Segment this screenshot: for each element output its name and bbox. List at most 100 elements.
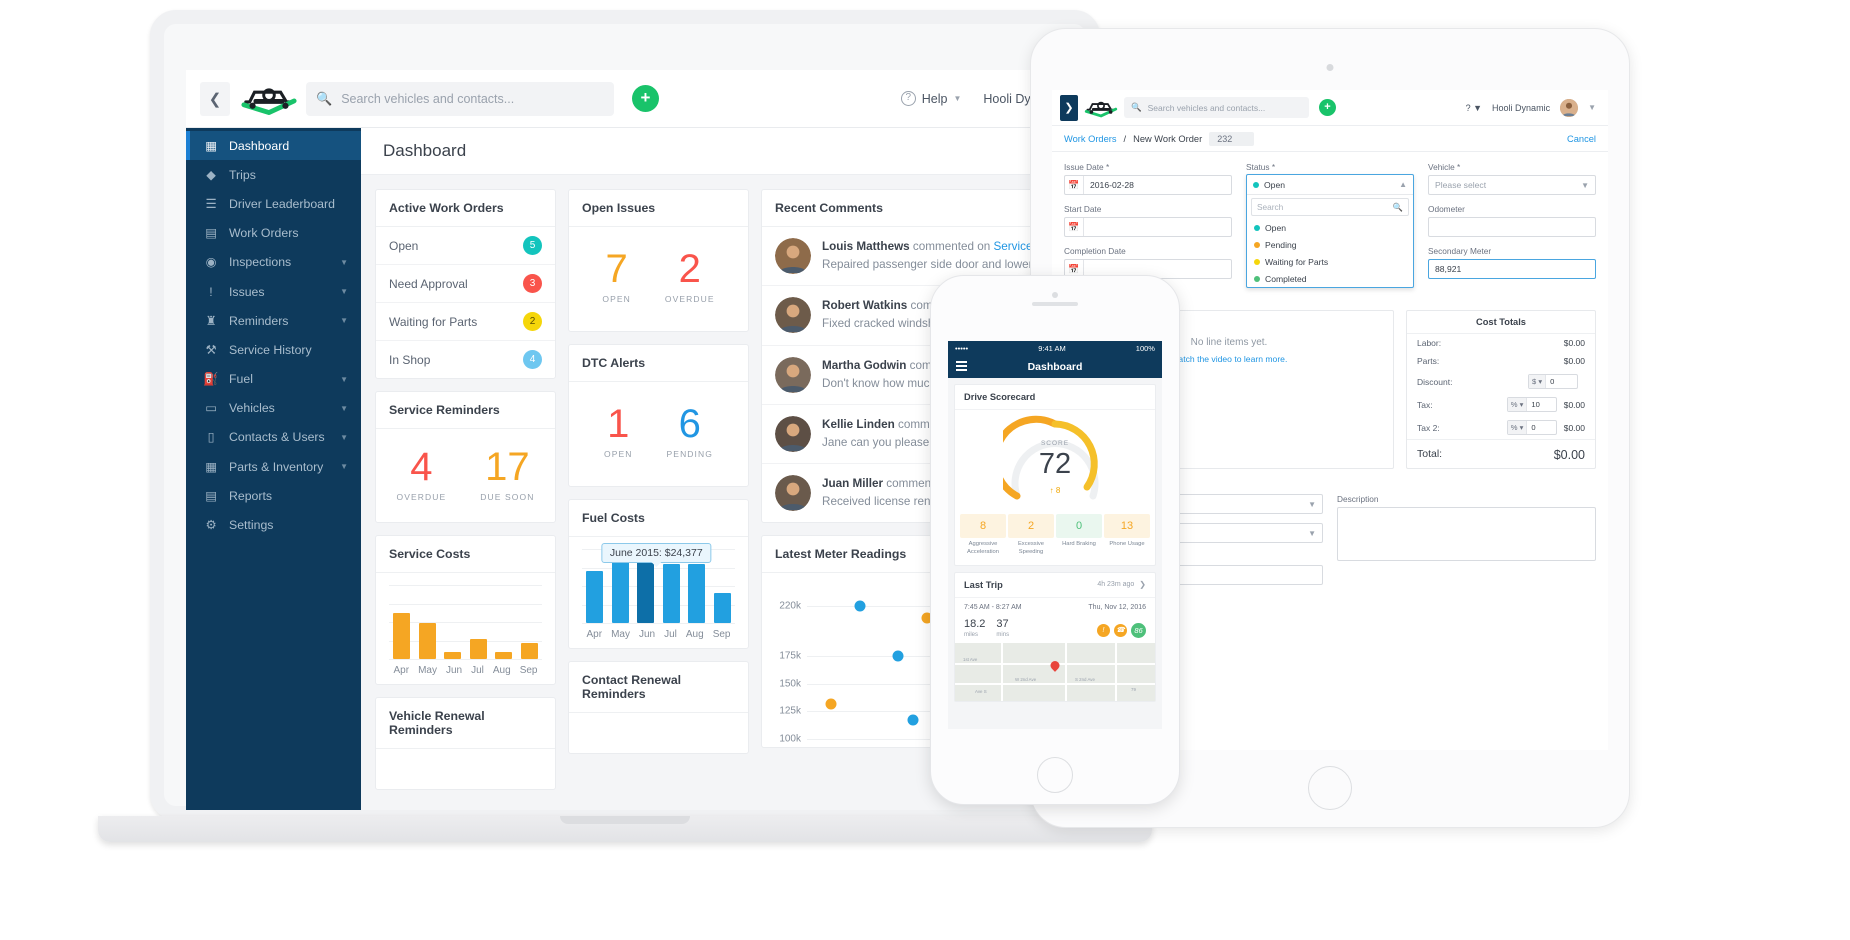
sidebar-item-contacts-users[interactable]: ▯ Contacts & Users ▼ xyxy=(186,423,361,452)
chevron-right-icon[interactable]: ❯ xyxy=(1060,94,1078,121)
sidebar-item-work-orders[interactable]: ▤ Work Orders xyxy=(186,219,361,248)
work-order-row[interactable]: Need Approval 3 xyxy=(376,265,555,303)
chevron-left-icon[interactable]: ❮ xyxy=(200,81,230,116)
start-date-input[interactable]: 📅 xyxy=(1064,217,1232,237)
sidebar-item-fuel[interactable]: ⛽ Fuel ▼ xyxy=(186,365,361,394)
map-label: S 2nd Ave xyxy=(1075,676,1095,682)
cost-input-unit[interactable]: % ▾ xyxy=(1507,398,1528,411)
work-order-row[interactable]: Open 5 xyxy=(376,227,555,265)
scorecard-metric[interactable]: 0 Hard Braking xyxy=(1056,514,1102,557)
hamburger-icon[interactable] xyxy=(956,361,967,374)
vehicle-select[interactable]: Please select ▼ xyxy=(1428,175,1596,195)
chevron-down-icon[interactable]: ▼ xyxy=(1588,103,1596,112)
sidebar-item-reports[interactable]: ▤ Reports xyxy=(186,481,361,510)
search-input[interactable]: 🔍 Search vehicles and contacts... xyxy=(1124,97,1309,118)
card-vehicle-renewal-reminders: Vehicle Renewal Reminders xyxy=(375,697,556,790)
secondary-meter-input[interactable]: 88,921 xyxy=(1428,259,1596,279)
description-textarea[interactable] xyxy=(1337,507,1596,561)
status-option[interactable]: Open xyxy=(1247,219,1413,236)
bar[interactable] xyxy=(586,571,604,623)
sidebar-item-vehicles[interactable]: ▭ Vehicles ▼ xyxy=(186,394,361,423)
account-label[interactable]: Hooli Dynamic xyxy=(1492,103,1550,113)
scatter-point[interactable] xyxy=(854,600,866,612)
sidebar-item-inspections[interactable]: ◉ Inspections ▼ xyxy=(186,248,361,277)
last-trip-header[interactable]: Last Trip 4h 23m ago ❯ xyxy=(955,573,1155,598)
sidebar-item-reminders[interactable]: ♜ Reminders ▼ xyxy=(186,306,361,335)
chevron-up-icon: ▲ xyxy=(1399,180,1407,189)
stat-block[interactable]: 4 OVERDUE xyxy=(397,445,447,502)
scorecard-metric[interactable]: 2 Excessive Speeding xyxy=(1008,514,1054,557)
stat-block[interactable]: 6 PENDING xyxy=(667,402,713,459)
help-menu[interactable]: ? Help ▼ xyxy=(900,91,961,106)
scatter-point[interactable] xyxy=(907,714,919,726)
add-button[interactable]: + xyxy=(1319,99,1336,116)
card-title: Open Issues xyxy=(569,190,748,227)
odometer-input[interactable] xyxy=(1428,217,1596,237)
sidebar-item-parts-inventory[interactable]: ▦ Parts & Inventory ▼ xyxy=(186,452,361,481)
work-order-row[interactable]: Waiting for Parts 2 xyxy=(376,303,555,341)
scorecard-metric[interactable]: 8 Aggressive Acceleration xyxy=(960,514,1006,557)
cost-value: $0.00 xyxy=(1563,338,1585,348)
cost-input-number[interactable]: 0 xyxy=(1546,377,1558,386)
card-open-issues: Open Issues 7 OPEN 2 OVERDUE xyxy=(568,189,749,332)
secondary-meter-value: 88,921 xyxy=(1435,264,1462,274)
sidebar-item-trips[interactable]: ◆ Trips xyxy=(186,160,361,189)
stat-block[interactable]: 2 OVERDUE xyxy=(665,247,715,304)
metric-value: 13 xyxy=(1104,514,1150,538)
breadcrumb-work-orders[interactable]: Work Orders xyxy=(1064,134,1117,144)
stat-block[interactable]: 1 OPEN xyxy=(604,402,633,459)
stat-block[interactable]: 7 OPEN xyxy=(602,247,631,304)
bar[interactable] xyxy=(393,613,411,659)
fleetio-car-logo[interactable] xyxy=(240,79,298,119)
count-badge: 3 xyxy=(523,274,542,293)
help-menu[interactable]: ? ▼ xyxy=(1466,103,1482,113)
sidebar-item-driver-leaderboard[interactable]: ☰ Driver Leaderboard xyxy=(186,189,361,218)
issue-date-input[interactable]: 📅 2016-02-28 xyxy=(1064,175,1232,195)
status-option[interactable]: Waiting for Parts xyxy=(1247,253,1413,270)
cost-input[interactable]: $ ▾ 0 xyxy=(1528,374,1578,389)
status-selected[interactable]: Open ▲ xyxy=(1247,175,1413,195)
cost-input-unit[interactable]: % ▾ xyxy=(1507,421,1528,434)
scatter-point[interactable] xyxy=(892,650,904,662)
chevron-down-icon: ▼ xyxy=(340,287,348,297)
tablet-camera xyxy=(1326,64,1334,71)
status-dropdown[interactable]: Open ▲ Search 🔍 Open Pending Waiting for P… xyxy=(1246,174,1414,288)
trip-map[interactable]: 1st Ave W 2nd Ave S 2nd Ave Ave S 79 xyxy=(955,642,1155,701)
scatter-point[interactable] xyxy=(825,698,837,710)
scorecard-metric[interactable]: 13 Phone Usage xyxy=(1104,514,1150,557)
search-input[interactable]: 🔍 Search vehicles and contacts... xyxy=(306,81,614,116)
avatar[interactable] xyxy=(1560,98,1579,117)
bar[interactable] xyxy=(469,639,487,659)
sidebar-item-settings[interactable]: ⚙ Settings xyxy=(186,510,361,539)
cost-input[interactable]: % ▾ 10 xyxy=(1506,397,1557,412)
cost-input-number[interactable]: 0 xyxy=(1527,423,1539,432)
bar[interactable] xyxy=(662,563,680,623)
comment-author: Juan Miller xyxy=(822,477,884,490)
sidebar-item-dashboard[interactable]: ▦ Dashboard xyxy=(186,131,361,161)
bar[interactable] xyxy=(444,651,462,659)
bar[interactable] xyxy=(688,563,706,623)
cost-input-number[interactable]: 10 xyxy=(1527,400,1543,409)
status-option[interactable]: Pending xyxy=(1247,236,1413,253)
cancel-button[interactable]: Cancel xyxy=(1567,134,1596,144)
stat-block[interactable]: 17 DUE SOON xyxy=(480,445,534,502)
bar[interactable] xyxy=(495,651,513,659)
bar[interactable] xyxy=(611,559,629,623)
bar[interactable] xyxy=(713,593,731,623)
work-order-row[interactable]: In Shop 4 xyxy=(376,341,555,378)
status-option[interactable]: Completed xyxy=(1247,270,1413,287)
status-search-input[interactable]: Search 🔍 xyxy=(1251,198,1409,216)
cost-row: Tax 2: % ▾ 0 $0.00 xyxy=(1407,416,1595,439)
tablet-home-button[interactable] xyxy=(1308,766,1352,810)
add-button[interactable]: + xyxy=(632,85,659,112)
sidebar-item-service-history[interactable]: ⚒ Service History xyxy=(186,335,361,364)
phone-home-button[interactable] xyxy=(1037,757,1073,793)
cost-input-unit[interactable]: $ ▾ xyxy=(1529,375,1547,388)
cost-input[interactable]: % ▾ 0 xyxy=(1506,420,1557,435)
fleetio-car-logo[interactable] xyxy=(1084,96,1118,120)
sidebar-item-issues[interactable]: ! Issues ▼ xyxy=(186,277,361,306)
bar[interactable] xyxy=(520,643,538,659)
y-tick-label: 220k xyxy=(779,600,801,612)
bar[interactable] xyxy=(418,623,436,659)
work-order-number-field[interactable]: 232 xyxy=(1209,131,1255,146)
